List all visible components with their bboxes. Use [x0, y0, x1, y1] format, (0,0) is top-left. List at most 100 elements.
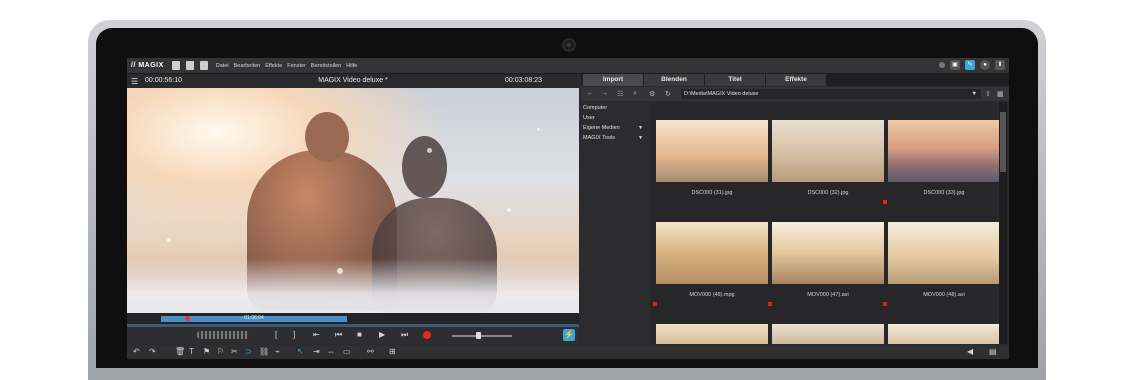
- menu-bereitstellen[interactable]: Bereitstellen: [311, 63, 341, 69]
- volume-knob[interactable]: [476, 332, 481, 339]
- menu-bearbeiten[interactable]: Bearbeiten: [234, 63, 261, 69]
- scrub-bar[interactable]: 01:06:04: [127, 313, 579, 327]
- expand-arrow-icon[interactable]: ▼: [638, 125, 643, 131]
- media-grid: DSC000 (31).jpg DSC000 (32).jpg DSC000 (…: [651, 102, 1000, 344]
- upload-icon[interactable]: ⬆: [995, 60, 1005, 70]
- search-icon[interactable]: ⌕: [633, 90, 637, 98]
- menu-bar: // MAGIX Datei Bearbeiten Effekte Fenste…: [127, 58, 1009, 74]
- path-field[interactable]: D:\Media\MAGIX Video deluxe ▼: [681, 89, 981, 99]
- tab-titel[interactable]: Titel: [705, 74, 765, 86]
- chevron-down-icon[interactable]: ▼: [972, 89, 977, 99]
- preview-player: ☰ 00:00:56:10 MAGIX Video deluxe * 00:03…: [127, 74, 579, 327]
- pointer-tool-icon[interactable]: ↖: [297, 347, 304, 356]
- scrollbar-thumb[interactable]: [1000, 112, 1006, 172]
- record-icon[interactable]: [423, 331, 431, 339]
- stretch-tool-icon[interactable]: ⇔: [327, 347, 335, 356]
- tree-item-computer[interactable]: Computer: [583, 105, 647, 111]
- menu-datei[interactable]: Datei: [216, 63, 229, 69]
- media-pool: Import Blenden Titel Effekte ← → ☷ ⌕ ⚙ ↻…: [581, 74, 1009, 344]
- tree-item-user[interactable]: User: [583, 115, 647, 121]
- media-thumbnail[interactable]: [772, 222, 884, 284]
- jump-start-icon[interactable]: ⇤: [313, 330, 320, 339]
- trim-tool-icon[interactable]: ⇥: [313, 347, 320, 356]
- tab-effekte[interactable]: Effekte: [766, 74, 826, 86]
- ripple-tool-icon[interactable]: ▭: [343, 347, 351, 356]
- media-filename: DSC000 (31).jpg: [691, 190, 733, 196]
- delete-icon[interactable]: 🗑: [175, 347, 185, 356]
- flag-icon[interactable]: ⚐: [217, 347, 224, 356]
- media-thumbnail[interactable]: [772, 120, 884, 182]
- upload-folder-icon[interactable]: ⇧: [985, 90, 991, 98]
- tree-item-eigene-medien[interactable]: Eigene Medien ▼: [583, 125, 647, 131]
- undo-icon[interactable]: ↶: [133, 347, 140, 356]
- media-filename: DSC000 (33).jpg: [923, 190, 965, 196]
- grid-view-icon[interactable]: ▦: [997, 90, 1004, 98]
- media-thumbnail[interactable]: [888, 120, 1000, 182]
- used-marker: [883, 200, 887, 204]
- previous-marker-icon[interactable]: ⏮: [335, 330, 342, 340]
- tree-item-magix-tools[interactable]: MAGIX Tools ▼: [583, 135, 647, 141]
- view-list-icon[interactable]: ☷: [617, 90, 623, 98]
- marker-icon[interactable]: ⚑: [203, 347, 210, 356]
- help-icon[interactable]: ✎: [965, 60, 975, 70]
- pool-tabs: Import Blenden Titel Effekte: [581, 74, 1009, 86]
- redo-icon[interactable]: ↷: [149, 347, 156, 356]
- jog-wheel[interactable]: [197, 331, 249, 339]
- media-thumbnail[interactable]: [888, 222, 1000, 284]
- stop-icon[interactable]: ■: [357, 330, 362, 339]
- media-filename: MOV000 (48).avi: [923, 292, 965, 298]
- media-thumbnail[interactable]: [656, 120, 768, 182]
- path-text: D:\Media\MAGIX Video deluxe: [684, 91, 759, 97]
- link-icon[interactable]: ⛓: [259, 347, 269, 356]
- used-marker: [653, 302, 657, 306]
- media-thumbnail[interactable]: [772, 324, 884, 344]
- storyboard-icon[interactable]: ⊞: [389, 347, 396, 356]
- lightning-icon[interactable]: ⚡: [563, 329, 575, 341]
- menu-hilfe[interactable]: Hilfe: [346, 63, 357, 69]
- pool-toolbar: ← → ☷ ⌕ ⚙ ↻ D:\Media\MAGIX Video deluxe …: [581, 87, 1009, 101]
- mark-in-icon[interactable]: [: [275, 330, 277, 339]
- next-marker-icon[interactable]: ⏭: [401, 330, 408, 340]
- settings-icon[interactable]: [939, 62, 945, 68]
- water-splash: [127, 258, 579, 313]
- new-file-icon[interactable]: [171, 61, 180, 70]
- unlink-icon[interactable]: ⌁: [275, 347, 280, 356]
- media-filename: MOV000 (47).avi: [807, 292, 849, 298]
- mark-out-icon[interactable]: ]: [293, 330, 295, 339]
- screen-icon[interactable]: ▣: [950, 60, 960, 70]
- webcam: [562, 38, 576, 52]
- refresh-icon[interactable]: ↻: [665, 90, 671, 98]
- playhead-marker[interactable]: [185, 316, 190, 321]
- speaker-icon[interactable]: ◀: [967, 347, 973, 356]
- play-icon[interactable]: ▶: [379, 330, 385, 339]
- used-marker: [883, 302, 887, 306]
- save-icon[interactable]: [199, 61, 208, 70]
- folder-tree: Computer User Eigene Medien ▼ MAGIX Tools…: [581, 102, 649, 344]
- vertical-scrollbar[interactable]: [999, 102, 1007, 344]
- menu-right-icons: ▣ ✎ ● ⬆: [939, 60, 1005, 70]
- menu-effekte[interactable]: Effekte: [265, 63, 282, 69]
- split-icon[interactable]: ✂: [231, 347, 238, 356]
- media-thumbnail[interactable]: [656, 324, 768, 344]
- expand-arrow-icon[interactable]: ▼: [638, 135, 643, 141]
- magnet-icon[interactable]: ⊃: [245, 347, 252, 356]
- multicam-icon[interactable]: ⚯: [367, 347, 374, 356]
- open-folder-icon[interactable]: [185, 61, 194, 70]
- record-circle-icon[interactable]: ●: [980, 60, 990, 70]
- media-thumbnail[interactable]: [656, 222, 768, 284]
- media-thumbnail[interactable]: [888, 324, 1000, 344]
- back-arrow-icon[interactable]: ←: [587, 90, 594, 97]
- menu-fenster[interactable]: Fenster: [287, 63, 306, 69]
- tab-blenden[interactable]: Blenden: [644, 74, 704, 86]
- mixer-icon[interactable]: ▤: [989, 347, 997, 356]
- volume-slider[interactable]: [452, 335, 512, 337]
- tab-import[interactable]: Import: [583, 74, 643, 86]
- edit-toolbar: ↶ ↷ 🗑 T ⚑ ⚐ ✂ ⊃ ⛓ ⌁ ↖ ⇥ ⇔ ▭ ⚯ ⊞ ◀ ▤: [127, 345, 1009, 359]
- used-marker: [768, 302, 772, 306]
- gear-icon[interactable]: ⚙: [649, 90, 655, 98]
- title-text-icon[interactable]: T: [189, 347, 194, 356]
- app-window: // MAGIX Datei Bearbeiten Effekte Fenste…: [127, 58, 1009, 359]
- timecode-duration: 00:03:08:23: [505, 77, 542, 84]
- forward-arrow-icon[interactable]: →: [601, 90, 608, 97]
- video-preview-image[interactable]: [127, 88, 579, 313]
